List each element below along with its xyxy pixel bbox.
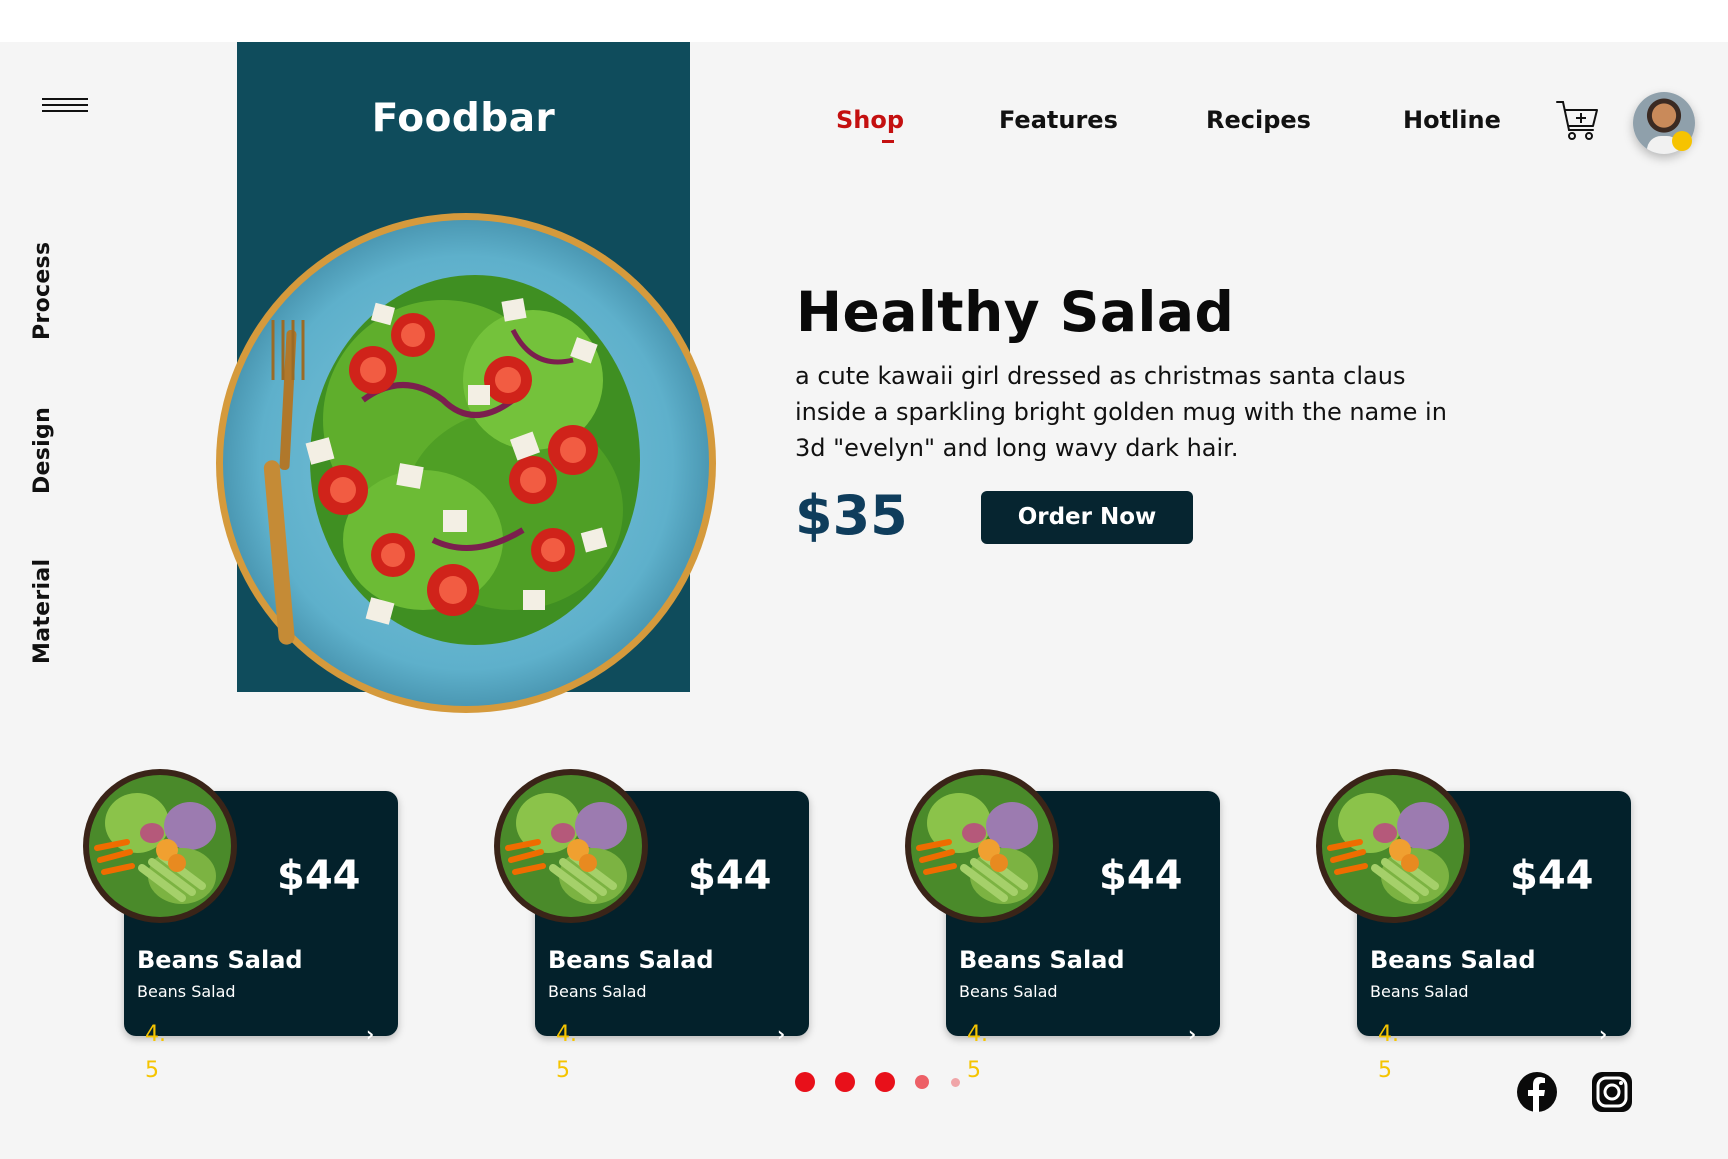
nav-features[interactable]: Features (999, 106, 1118, 134)
salad-bowl-image (1316, 769, 1470, 923)
nav-active-indicator (882, 140, 894, 143)
cart-icon[interactable] (1555, 98, 1601, 144)
chevron-right-icon[interactable]: › (1188, 1022, 1196, 1046)
card-rating: 4.5 (145, 1022, 166, 1083)
sidebar-item-material[interactable]: Material (30, 559, 55, 664)
chevron-right-icon[interactable]: › (777, 1022, 785, 1046)
carousel-dot[interactable] (875, 1072, 895, 1092)
carousel-dot[interactable] (915, 1075, 929, 1089)
card-price: $44 (1510, 853, 1594, 899)
card-rating: 4.5 (967, 1022, 988, 1083)
hero-price: $35 (795, 484, 908, 547)
product-card[interactable]: $44 Beans Salad Beans Salad 4.5 › (82, 768, 398, 1083)
card-title: Beans Salad (1370, 946, 1536, 974)
hero-description: a cute kawaii girl dressed as christmas … (795, 362, 1447, 462)
card-title: Beans Salad (548, 946, 714, 974)
card-subtitle: Beans Salad (959, 982, 1058, 1001)
product-card[interactable]: $44 Beans Salad Beans Salad 4.5 › (904, 768, 1220, 1083)
nav-shop[interactable]: Shop (836, 106, 904, 134)
card-price: $44 (277, 853, 361, 899)
product-card[interactable]: $44 Beans Salad Beans Salad 4.5 › (1315, 768, 1631, 1083)
card-title: Beans Salad (137, 946, 303, 974)
chevron-right-icon[interactable]: › (1599, 1022, 1607, 1046)
carousel-dot[interactable] (835, 1072, 855, 1092)
card-subtitle: Beans Salad (137, 982, 236, 1001)
nav-recipes[interactable]: Recipes (1206, 106, 1311, 134)
card-title: Beans Salad (959, 946, 1125, 974)
salad-bowl-image (905, 769, 1059, 923)
nav-hotline[interactable]: Hotline (1403, 106, 1501, 134)
carousel-dot[interactable] (795, 1072, 815, 1092)
sidebar-item-design[interactable]: Design (30, 407, 55, 494)
salad-bowl-image (83, 769, 237, 923)
status-badge (1672, 131, 1692, 151)
card-subtitle: Beans Salad (548, 982, 647, 1001)
salad-bowl-image (494, 769, 648, 923)
card-price: $44 (688, 853, 772, 899)
chevron-right-icon[interactable]: › (366, 1022, 374, 1046)
salad-plate-image (216, 213, 716, 713)
card-subtitle: Beans Salad (1370, 982, 1469, 1001)
card-rating: 4.5 (556, 1022, 577, 1083)
brand-logo[interactable]: Foodbar (237, 96, 690, 141)
carousel-dot[interactable] (950, 1077, 960, 1087)
hero-title: Healthy Salad (796, 280, 1235, 344)
page-frame: Process Design Material Foodbar Shop Fea… (0, 42, 1728, 1159)
card-price: $44 (1099, 853, 1183, 899)
facebook-icon[interactable] (1517, 1072, 1557, 1112)
menu-icon[interactable] (42, 94, 88, 116)
instagram-icon[interactable] (1592, 1072, 1632, 1112)
sidebar-item-process[interactable]: Process (30, 242, 55, 340)
order-now-button[interactable]: Order Now (981, 491, 1193, 544)
product-card[interactable]: $44 Beans Salad Beans Salad 4.5 › (493, 768, 809, 1083)
card-rating: 4.5 (1378, 1022, 1399, 1083)
